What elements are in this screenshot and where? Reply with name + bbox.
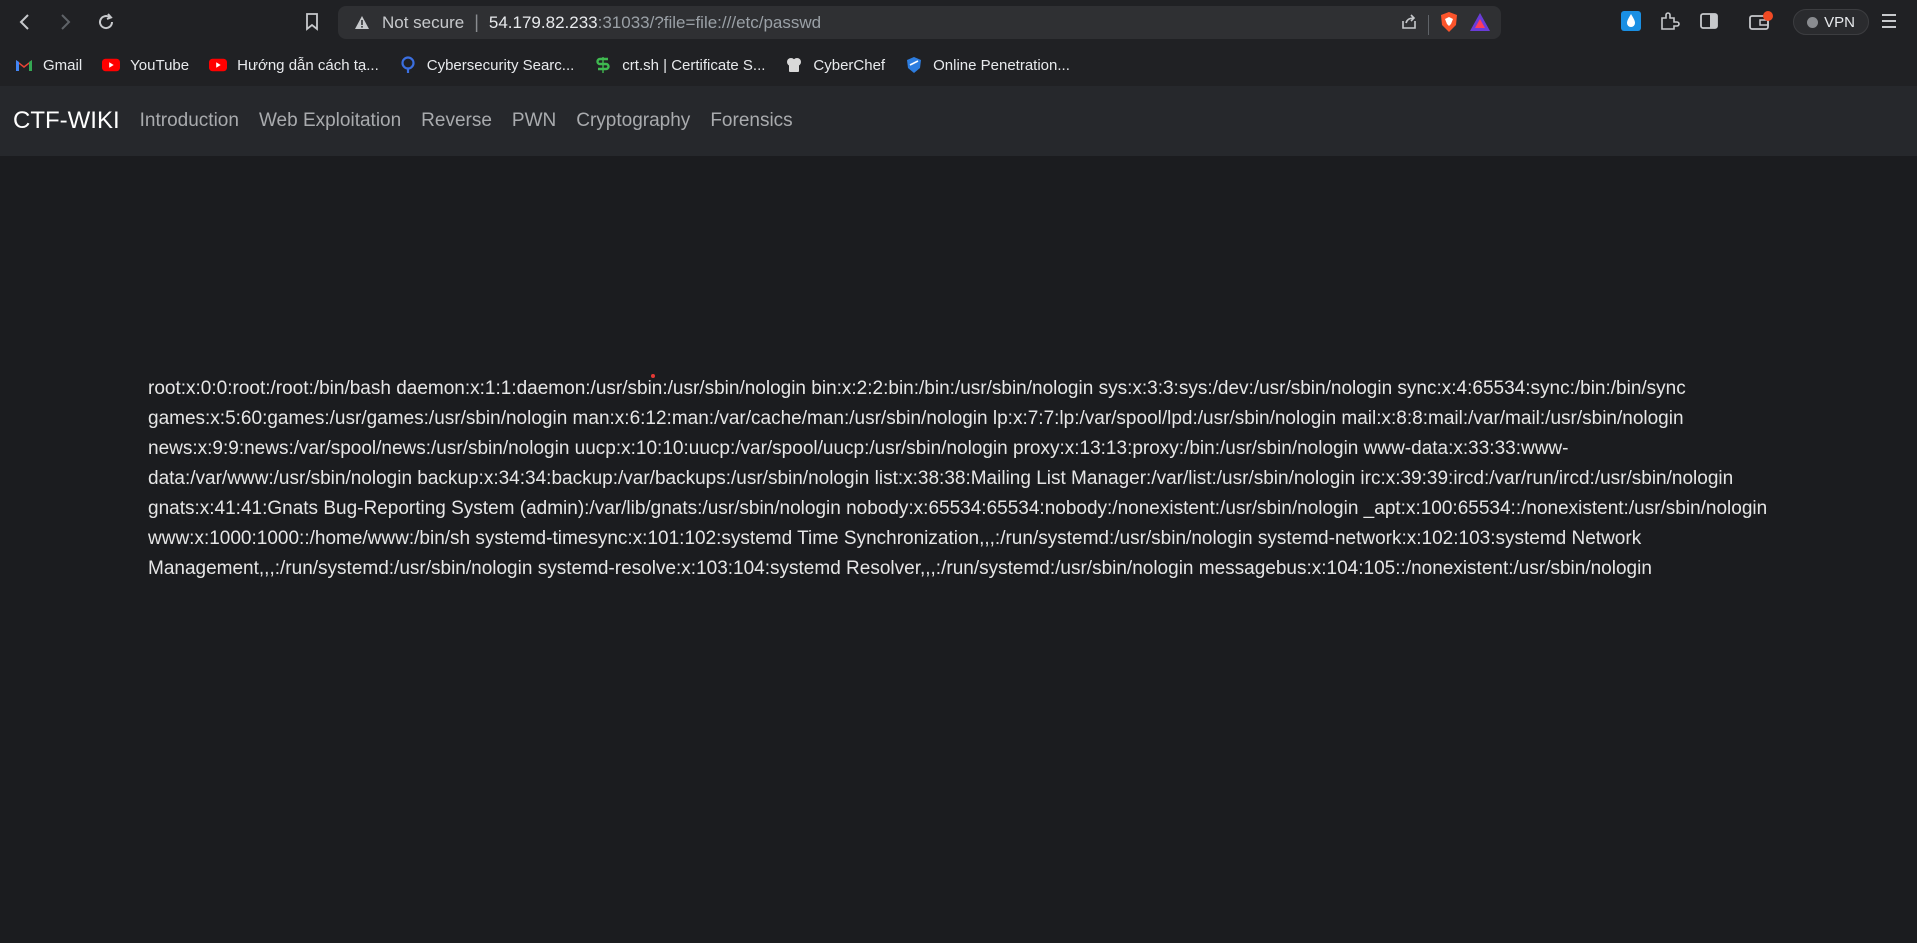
pentest-icon bbox=[905, 56, 923, 74]
site-nav-links: Introduction Web Exploitation Reverse PW… bbox=[140, 110, 813, 132]
cybersecurity-icon bbox=[399, 56, 417, 74]
bookmark-youtube[interactable]: YouTube bbox=[102, 51, 189, 79]
mouse-cursor-marker bbox=[651, 374, 655, 378]
passwd-file-content: root:x:0:0:root:/root:/bin/bash daemon:x… bbox=[148, 378, 1768, 579]
bookmark-cyberchef[interactable]: CyberChef bbox=[785, 51, 885, 79]
security-label[interactable]: Not secure bbox=[382, 13, 464, 33]
bookmark-label: Cybersecurity Searc... bbox=[426, 56, 575, 74]
url-path[interactable]: :31033/?file=file:///etc/passwd bbox=[598, 13, 822, 33]
bookmarks-bar: Gmail YouTube Hướng dẫn cách tạ... Cyber… bbox=[0, 44, 1917, 86]
vpn-label: VPN bbox=[1824, 13, 1855, 31]
nav-introduction[interactable]: Introduction bbox=[140, 110, 239, 132]
share-icon[interactable] bbox=[1400, 13, 1418, 36]
cyberchef-icon bbox=[785, 56, 803, 74]
nav-reverse[interactable]: Reverse bbox=[421, 110, 492, 132]
bookmark-cybersecurity-search[interactable]: Cybersecurity Searc... bbox=[399, 51, 575, 79]
youtube-icon bbox=[102, 56, 121, 74]
back-icon[interactable] bbox=[11, 8, 39, 36]
gmail-icon bbox=[15, 56, 33, 74]
reload-icon[interactable] bbox=[92, 8, 120, 36]
bookmark-label: Online Penetration... bbox=[933, 56, 1070, 74]
crtsh-icon bbox=[594, 56, 612, 74]
wallet-icon[interactable] bbox=[1748, 10, 1774, 37]
bookmark-gmail[interactable]: Gmail bbox=[15, 51, 82, 79]
nav-cryptography[interactable]: Cryptography bbox=[576, 110, 690, 132]
bookmark-youtube-video[interactable]: Hướng dẫn cách tạ... bbox=[209, 51, 379, 79]
vpn-status-icon bbox=[1807, 16, 1819, 28]
bookmark-label: Gmail bbox=[43, 56, 83, 74]
url-host[interactable]: 54.179.82.233 bbox=[489, 13, 598, 33]
bookmark-label: Hướng dẫn cách tạ... bbox=[237, 56, 379, 74]
bookmark-label: YouTube bbox=[130, 56, 190, 74]
nav-pwn[interactable]: PWN bbox=[512, 110, 556, 132]
menu-icon[interactable] bbox=[1880, 12, 1898, 35]
brave-shield-icon[interactable] bbox=[1439, 11, 1459, 38]
forward-icon[interactable] bbox=[51, 8, 79, 36]
site-navbar: CTF-WIKI Introduction Web Exploitation R… bbox=[0, 86, 1917, 156]
url-separator: | bbox=[474, 12, 479, 32]
nav-web-exploitation[interactable]: Web Exploitation bbox=[259, 110, 401, 132]
brave-rewards-icon[interactable] bbox=[1469, 12, 1491, 37]
extensions-icon[interactable] bbox=[1658, 10, 1680, 37]
warning-icon[interactable] bbox=[352, 13, 372, 33]
browser-toolbar: Not secure | 54.179.82.233 :31033/?file=… bbox=[0, 0, 1917, 44]
bookmark-crtsh[interactable]: crt.sh | Certificate S... bbox=[594, 51, 765, 79]
vpn-button[interactable]: VPN bbox=[1793, 9, 1869, 35]
bookmark-label: CyberChef bbox=[813, 56, 886, 74]
sidebar-icon[interactable] bbox=[1699, 11, 1719, 36]
bookmark-online-penetration[interactable]: Online Penetration... bbox=[905, 51, 1070, 79]
site-brand[interactable]: CTF-WIKI bbox=[13, 107, 120, 135]
nav-forensics[interactable]: Forensics bbox=[710, 110, 792, 132]
omnibox-divider bbox=[1428, 14, 1429, 35]
bookmark-icon[interactable] bbox=[298, 8, 326, 36]
bookmark-label: crt.sh | Certificate S... bbox=[622, 56, 766, 74]
extension-drop-icon[interactable] bbox=[1620, 10, 1642, 37]
address-bar[interactable]: Not secure | 54.179.82.233 :31033/?file=… bbox=[338, 6, 1501, 39]
youtube-icon bbox=[209, 56, 228, 74]
